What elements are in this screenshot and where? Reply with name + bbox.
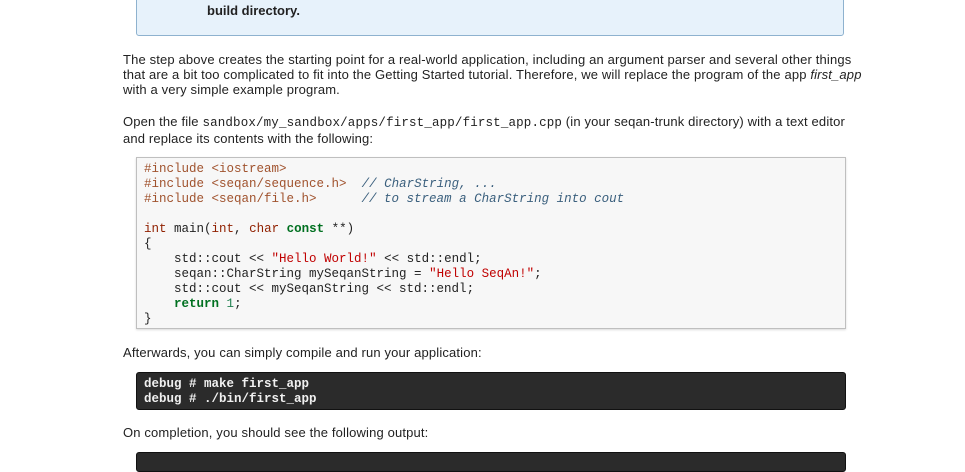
code-stmt2-end: ;: [534, 267, 542, 281]
code-include-sequence: #include <seqan/sequence.h>: [144, 177, 347, 191]
code-comment-stream: // to stream a CharString into cout: [361, 192, 625, 206]
app-name-emphasis: first_app: [810, 67, 862, 82]
code-param-int: int: [211, 222, 235, 236]
code-include-iostream: #include <iostream>: [144, 162, 287, 176]
terminal-listing: debug # make first_app debug # ./bin/fir…: [144, 377, 317, 407]
code-brace-open: {: [144, 237, 152, 251]
file-path: sandbox/my_sandbox/apps/first_app/first_…: [202, 116, 563, 130]
code-block: #include <iostream> #include <seqan/sequ…: [136, 157, 846, 329]
paragraph-output: On completion, you should see the follow…: [123, 425, 429, 440]
code-type-int: int: [144, 222, 167, 236]
code-stmt2-start: seqan::CharString mySeqanString =: [174, 267, 430, 281]
code-number-one: 1: [226, 297, 235, 311]
code-brace-close: }: [144, 312, 152, 326]
terminal-block: debug # make first_app debug # ./bin/fir…: [136, 372, 846, 410]
code-stmt1-start: std::cout <<: [174, 252, 272, 266]
terminal-line-make: debug # make first_app: [144, 377, 310, 391]
code-main-rest: **): [324, 222, 355, 236]
note-box: build directory.: [136, 0, 844, 36]
paragraph-intro-end: with a very simple example program.: [123, 82, 340, 97]
paragraph-intro-text: The step above creates the starting poin…: [123, 52, 852, 82]
code-return-end: ;: [234, 297, 242, 311]
code-keyword-return: return: [174, 297, 220, 311]
code-keyword-const: const: [286, 222, 325, 236]
code-param-char: char: [249, 222, 280, 236]
paragraph-intro: The step above creates the starting poin…: [123, 52, 868, 97]
code-comment-charstring: // CharString, ...: [361, 177, 497, 191]
code-stmt1-end: << std::endl;: [376, 252, 482, 266]
output-block: [136, 452, 846, 472]
code-string-hello-seqan: "Hello SeqAn!": [429, 267, 535, 281]
code-string-hello-world: "Hello World!": [271, 252, 377, 266]
paragraph-open-file: Open the file sandbox/my_sandbox/apps/fi…: [123, 114, 868, 146]
code-main-name: main(: [166, 222, 212, 236]
paragraph-open-file-start: Open the file: [123, 114, 203, 129]
paragraph-compile: Afterwards, you can simply compile and r…: [123, 345, 482, 360]
code-include-file: #include <seqan/file.h>: [144, 192, 317, 206]
note-text: build directory.: [207, 3, 300, 18]
code-listing: #include <iostream> #include <seqan/sequ…: [144, 162, 625, 326]
code-stmt3: std::cout << mySeqanString << std::endl;: [174, 282, 475, 296]
terminal-line-run: debug # ./bin/first_app: [144, 392, 317, 406]
